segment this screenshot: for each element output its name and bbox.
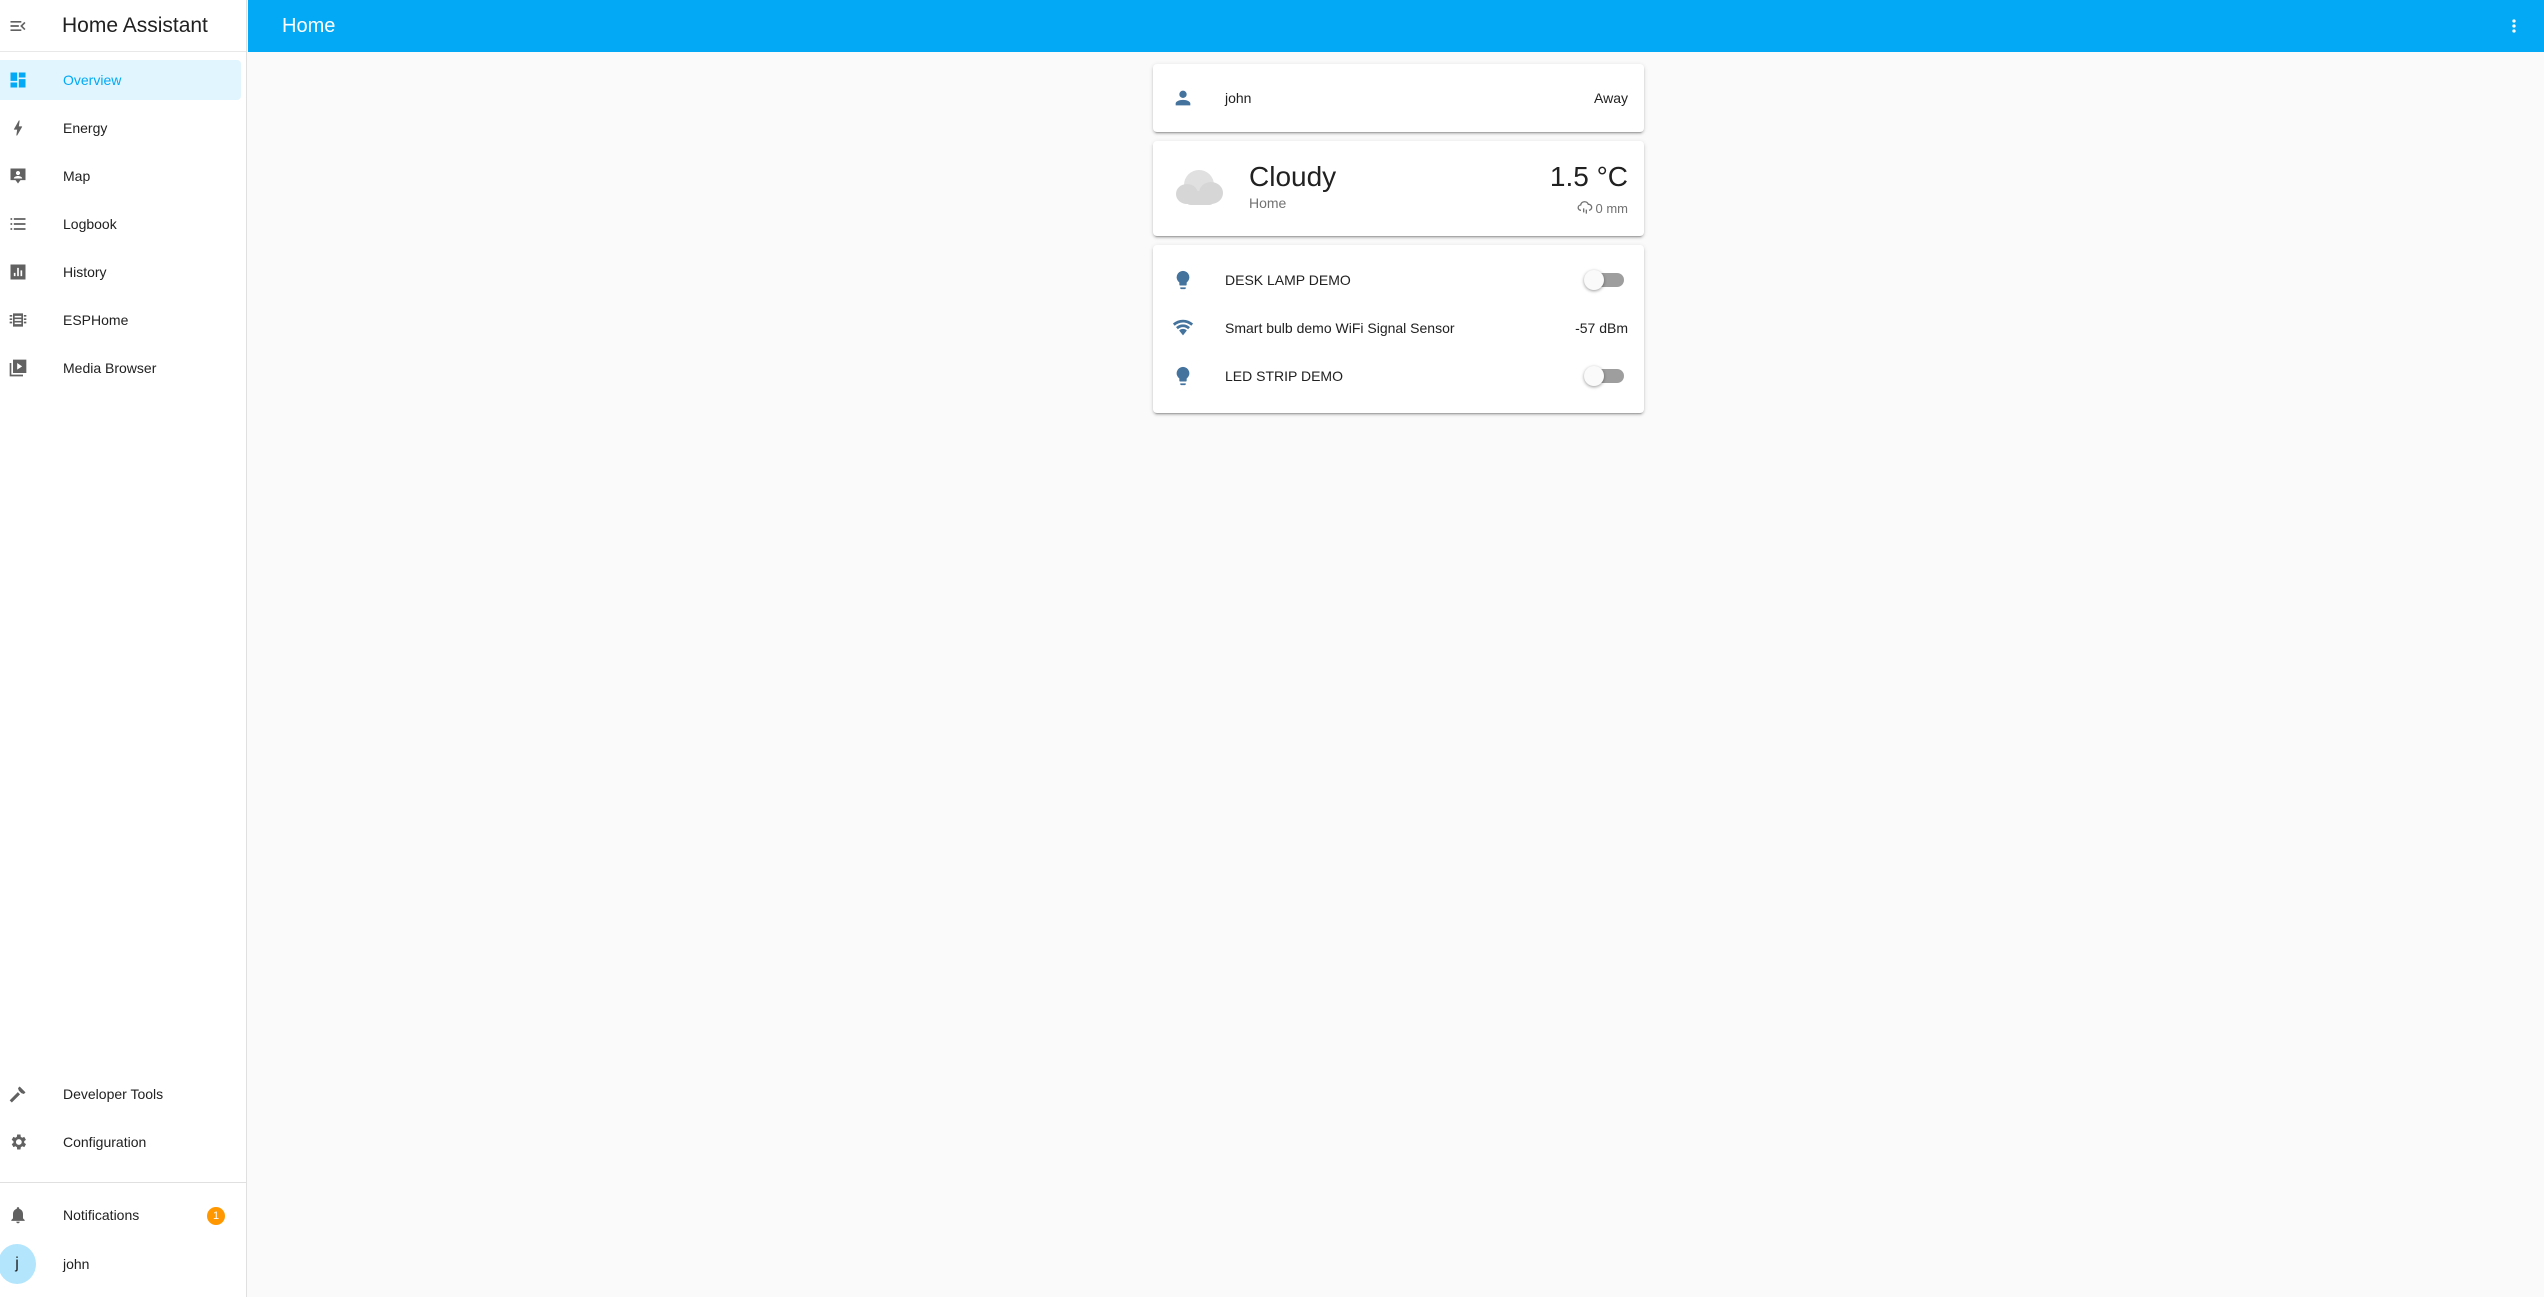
weather-location: Home bbox=[1249, 195, 1287, 211]
weather-temperature: 1.5 °C bbox=[1549, 161, 1628, 192]
weather-precipitation: 0 mm bbox=[1577, 199, 1629, 218]
bell-icon bbox=[0, 1205, 36, 1225]
weather-pouring-icon bbox=[1577, 199, 1593, 218]
cloudy-icon bbox=[1169, 157, 1227, 215]
lightbulb-icon bbox=[1167, 264, 1199, 296]
weather-condition: Cloudy bbox=[1249, 161, 1337, 192]
sidebar-item-developer-tools[interactable]: Developer Tools bbox=[0, 1074, 241, 1114]
list-icon bbox=[0, 214, 36, 234]
entity-row-wifi-signal[interactable]: Smart bulb demo WiFi Signal Sensor -57 d… bbox=[1153, 308, 1644, 348]
toggle-knob bbox=[1584, 270, 1604, 290]
sidebar-item-media-browser[interactable]: Media Browser bbox=[0, 348, 241, 388]
app-toolbar: Home bbox=[248, 0, 2544, 52]
sidebar-item-overview[interactable]: Overview bbox=[0, 60, 241, 100]
sidebar-header: Home Assistant bbox=[0, 0, 246, 52]
sidebar-item-label: History bbox=[63, 264, 107, 280]
entity-name: DESK LAMP DEMO bbox=[1225, 272, 1351, 288]
gear-icon bbox=[0, 1132, 36, 1152]
sidebar-item-history[interactable]: History bbox=[0, 252, 241, 292]
wifi-icon bbox=[1167, 312, 1199, 344]
entity-row-led-strip[interactable]: LED STRIP DEMO bbox=[1153, 356, 1644, 396]
sidebar-item-user[interactable]: j john bbox=[0, 1243, 241, 1285]
sidebar-item-label: Notifications bbox=[63, 1207, 140, 1223]
precipitation-value: 0 mm bbox=[1595, 201, 1629, 216]
sidebar-item-configuration[interactable]: Configuration bbox=[0, 1122, 241, 1162]
sidebar-item-energy[interactable]: Energy bbox=[0, 108, 241, 148]
play-box-multiple-icon bbox=[0, 358, 36, 378]
sidebar-item-label: Configuration bbox=[63, 1134, 147, 1150]
map-account-icon bbox=[0, 166, 36, 186]
entity-state: -57 dBm bbox=[1575, 320, 1628, 336]
sidebar: Home Assistant Overview Energy Map Logbo… bbox=[0, 0, 247, 1297]
sidebar-item-esphome[interactable]: ESPHome bbox=[0, 300, 241, 340]
account-icon bbox=[1167, 82, 1199, 114]
chip-icon bbox=[0, 310, 36, 330]
notification-count-badge: 1 bbox=[207, 1207, 225, 1225]
toggle-knob bbox=[1584, 366, 1604, 386]
avatar: j bbox=[0, 1244, 36, 1284]
entity-name: LED STRIP DEMO bbox=[1225, 368, 1343, 384]
dashboard-icon bbox=[0, 70, 36, 90]
lightning-icon bbox=[0, 118, 36, 138]
entity-name: Smart bulb demo WiFi Signal Sensor bbox=[1225, 320, 1455, 336]
sidebar-item-notifications[interactable]: Notifications 1 bbox=[0, 1195, 241, 1235]
weather-forecast-card[interactable]: Cloudy Home 1.5 °C 0 mm bbox=[1153, 141, 1644, 236]
hammer-icon bbox=[0, 1084, 36, 1104]
app-title: Home Assistant bbox=[62, 13, 208, 37]
person-entity-card[interactable]: john Away bbox=[1153, 64, 1644, 132]
chart-box-icon bbox=[0, 262, 36, 282]
menu-toggle-icon[interactable] bbox=[0, 0, 36, 52]
sidebar-item-label: john bbox=[63, 1256, 90, 1272]
sidebar-item-label: Media Browser bbox=[63, 360, 157, 376]
sidebar-item-label: Logbook bbox=[63, 216, 117, 232]
sidebar-item-label: Energy bbox=[63, 120, 108, 136]
person-state: Away bbox=[1594, 90, 1628, 106]
sidebar-divider bbox=[0, 1182, 247, 1183]
sidebar-item-label: ESPHome bbox=[63, 312, 129, 328]
sidebar-item-label: Overview bbox=[63, 72, 122, 88]
sidebar-item-label: Map bbox=[63, 168, 91, 184]
sidebar-item-label: Developer Tools bbox=[63, 1086, 164, 1102]
entities-card: DESK LAMP DEMO Smart bulb demo WiFi Sign… bbox=[1153, 245, 1644, 413]
person-row[interactable]: john Away bbox=[1153, 78, 1644, 118]
entity-row-desk-lamp[interactable]: DESK LAMP DEMO bbox=[1153, 260, 1644, 300]
person-name: john bbox=[1225, 90, 1252, 106]
more-vertical-icon[interactable] bbox=[2502, 14, 2526, 38]
page-title: Home bbox=[282, 14, 336, 37]
lightbulb-icon bbox=[1167, 360, 1199, 392]
desk-lamp-toggle[interactable] bbox=[1584, 270, 1624, 290]
led-strip-toggle[interactable] bbox=[1584, 366, 1624, 386]
sidebar-item-logbook[interactable]: Logbook bbox=[0, 204, 241, 244]
sidebar-item-map[interactable]: Map bbox=[0, 156, 241, 196]
